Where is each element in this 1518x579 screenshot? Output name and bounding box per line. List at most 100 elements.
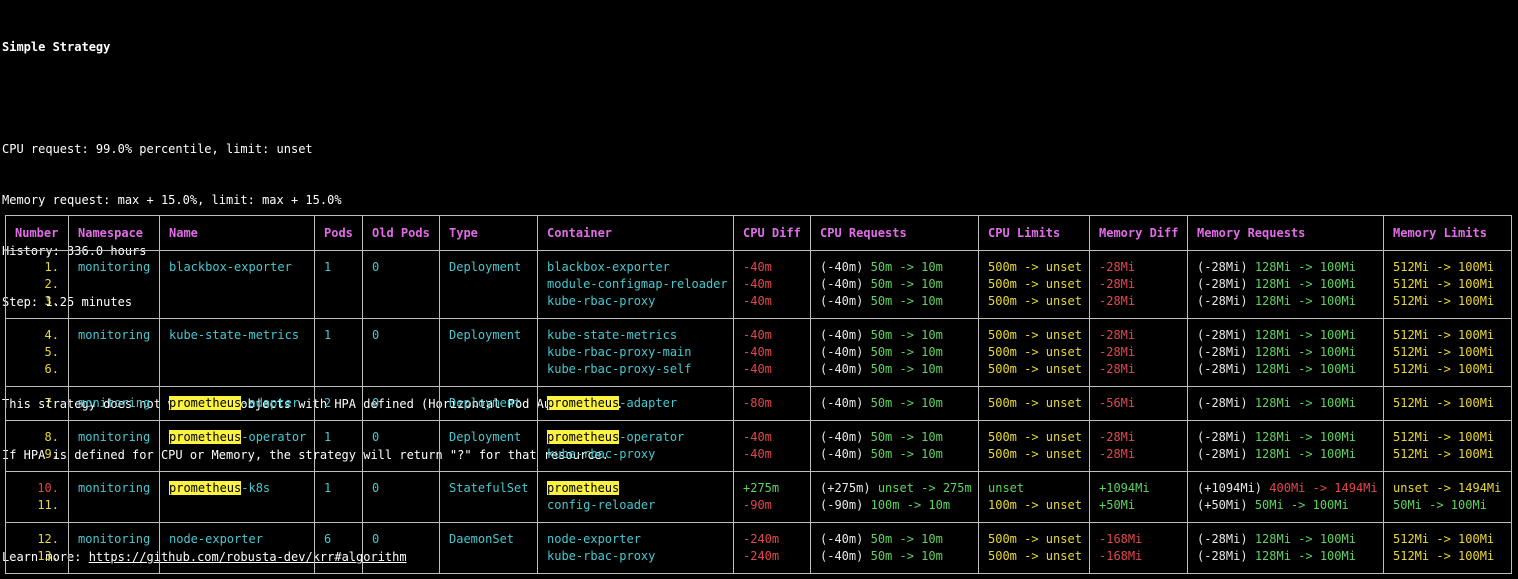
- cpu-requests: (-40m) 50m -> 10m: [820, 532, 943, 546]
- column-header: Type: [439, 215, 538, 251]
- workload-name-label: node-exporter: [169, 532, 263, 546]
- memory-limits: 512Mi -> 100Mi: [1393, 277, 1495, 291]
- recommendations-table: Number Namespace Name Pods Old Pods Type…: [5, 215, 1512, 574]
- workload-type: StatefulSet: [449, 481, 529, 495]
- cpu-diff: -80m: [743, 396, 772, 410]
- cpu-requests: (-40m) 50m -> 10m: [820, 430, 943, 444]
- search-highlight: prometheus: [169, 430, 242, 444]
- memory-requests: (-28Mi) 128Mi -> 100Mi: [1197, 430, 1356, 444]
- container-label: kube-rbac-proxy-main: [547, 345, 692, 359]
- cpu-diff: +275m: [743, 481, 780, 495]
- memory-diff: +1094Mi: [1099, 481, 1150, 495]
- table-row[interactable]: 4. 5. 6. monitoring kube-state-metrics 1 0 Depl…: [5, 318, 1512, 387]
- cpu-diff: -90m: [743, 498, 772, 512]
- memory-diff: -28Mi: [1099, 430, 1136, 444]
- cpu-diff: -40m: [743, 260, 772, 274]
- memory-requests: (+50Mi) 50Mi -> 100Mi: [1197, 498, 1349, 512]
- workload-type: Deployment: [449, 396, 522, 410]
- cpu-requests: (-40m) 50m -> 10m: [820, 328, 943, 342]
- memory-requests: (-28Mi) 128Mi -> 100Mi: [1197, 345, 1356, 359]
- workload-name: kube-state-metrics: [169, 327, 314, 344]
- table-row[interactable]: 8. 9. monitoring prometheus-operator 1 0 Deplo…: [5, 420, 1512, 472]
- workload-name-label: -operator: [241, 430, 307, 444]
- memory-diff: -28Mi: [1099, 328, 1136, 342]
- container-label: kube-rbac-proxy: [547, 294, 656, 308]
- column-header: Namespace: [68, 215, 160, 251]
- cpu-limits: 500m -> unset: [988, 328, 1082, 342]
- memory-requests: (-28Mi) 128Mi -> 100Mi: [1197, 396, 1356, 410]
- row-number: 7.: [44, 396, 59, 410]
- namespace: monitoring: [78, 260, 151, 274]
- memory-requests: (-28Mi) 128Mi -> 100Mi: [1197, 260, 1356, 274]
- row-number: 4.: [44, 328, 59, 342]
- memory-limits: 512Mi -> 100Mi: [1393, 294, 1495, 308]
- cpu-limits: 500m -> unset: [988, 260, 1082, 274]
- workload-name: prometheus-adapter: [169, 395, 314, 412]
- column-header: Memory Diff: [1089, 215, 1188, 251]
- cpu-requests: (-40m) 50m -> 10m: [820, 345, 943, 359]
- container-name: kube-rbac-proxy-main: [547, 344, 733, 361]
- memory-limits: 512Mi -> 100Mi: [1393, 396, 1495, 410]
- table-row[interactable]: 12. 13. monitoring node-exporter 6 0 DaemonSet…: [5, 522, 1512, 574]
- column-header: Number: [5, 215, 69, 251]
- workload-type: Deployment: [449, 328, 522, 342]
- row-number: 12.: [37, 532, 59, 546]
- workload-name: prometheus-operator: [169, 429, 314, 446]
- pods-count: 2: [324, 396, 332, 410]
- memory-diff: -168Mi: [1099, 549, 1143, 563]
- pods-count: 1: [324, 430, 332, 444]
- search-highlight: prometheus: [547, 481, 620, 495]
- memory-limits: 512Mi -> 100Mi: [1393, 430, 1495, 444]
- container-name: prometheus-adapter: [547, 395, 733, 412]
- namespace: monitoring: [78, 481, 151, 495]
- pods-count: 1: [324, 260, 332, 274]
- workload-type: DaemonSet: [449, 532, 515, 546]
- cpu-limits: 500m -> unset: [988, 549, 1082, 563]
- pods-count: 1: [324, 328, 332, 342]
- table-row[interactable]: 7. monitoring prometheus-adapter 2 0 Deployme…: [5, 386, 1512, 421]
- column-header: Name: [159, 215, 315, 251]
- cpu-diff: -240m: [743, 532, 780, 546]
- memory-limits: 512Mi -> 100Mi: [1393, 345, 1495, 359]
- cpu-requests: (+275m) unset -> 275m: [820, 481, 972, 495]
- memory-limits: 512Mi -> 100Mi: [1393, 532, 1495, 546]
- column-header: CPU Diff: [733, 215, 811, 251]
- cpu-diff: -40m: [743, 294, 772, 308]
- namespace: monitoring: [78, 328, 151, 342]
- cpu-requests: (-40m) 50m -> 10m: [820, 260, 943, 274]
- cpu-limits: 500m -> unset: [988, 396, 1082, 410]
- old-pods-count: 0: [372, 396, 380, 410]
- old-pods-count: 0: [372, 430, 380, 444]
- container-label: -adapter: [619, 396, 678, 410]
- workload-name: blackbox-exporter: [169, 259, 314, 276]
- column-header: CPU Limits: [978, 215, 1090, 251]
- column-header: Container: [537, 215, 734, 251]
- cpu-diff: -40m: [743, 430, 772, 444]
- row-number: 13.: [37, 549, 59, 563]
- namespace: monitoring: [78, 532, 151, 546]
- container-label: kube-rbac-proxy: [547, 549, 656, 563]
- table-body: 1. 2. 3. monitoring blackbox-exporter 1 0 Deplo…: [5, 250, 1512, 574]
- memory-limits: 512Mi -> 100Mi: [1393, 260, 1495, 274]
- strategy-title: Simple Strategy: [2, 40, 111, 54]
- container-label: config-reloader: [547, 498, 656, 512]
- memory-diff: -28Mi: [1099, 447, 1136, 461]
- container-name: node-exporter: [547, 531, 733, 548]
- table-row[interactable]: 1. 2. 3. monitoring blackbox-exporter 1 0 Deplo…: [5, 250, 1512, 319]
- cpu-limits: 500m -> unset: [988, 345, 1082, 359]
- table-row[interactable]: 10. 11. monitoring prometheus-k8s 1 0 Stateful…: [5, 471, 1512, 523]
- cpu-requests: (-40m) 50m -> 10m: [820, 396, 943, 410]
- workload-name: node-exporter: [169, 531, 314, 548]
- cpu-request-setting: CPU request: 99.0% percentile, limit: un…: [2, 142, 313, 156]
- pods-count: 6: [324, 532, 332, 546]
- cpu-requests: (-40m) 50m -> 10m: [820, 549, 943, 563]
- container-name: kube-rbac-proxy: [547, 446, 733, 463]
- old-pods-count: 0: [372, 481, 380, 495]
- memory-requests: (-28Mi) 128Mi -> 100Mi: [1197, 294, 1356, 308]
- memory-request-setting: Memory request: max + 15.0%, limit: max …: [2, 193, 342, 207]
- workload-type: Deployment: [449, 430, 522, 444]
- container-name: kube-rbac-proxy: [547, 293, 733, 310]
- memory-limits: 512Mi -> 100Mi: [1393, 549, 1495, 563]
- pods-count: 1: [324, 481, 332, 495]
- memory-requests: (-28Mi) 128Mi -> 100Mi: [1197, 328, 1356, 342]
